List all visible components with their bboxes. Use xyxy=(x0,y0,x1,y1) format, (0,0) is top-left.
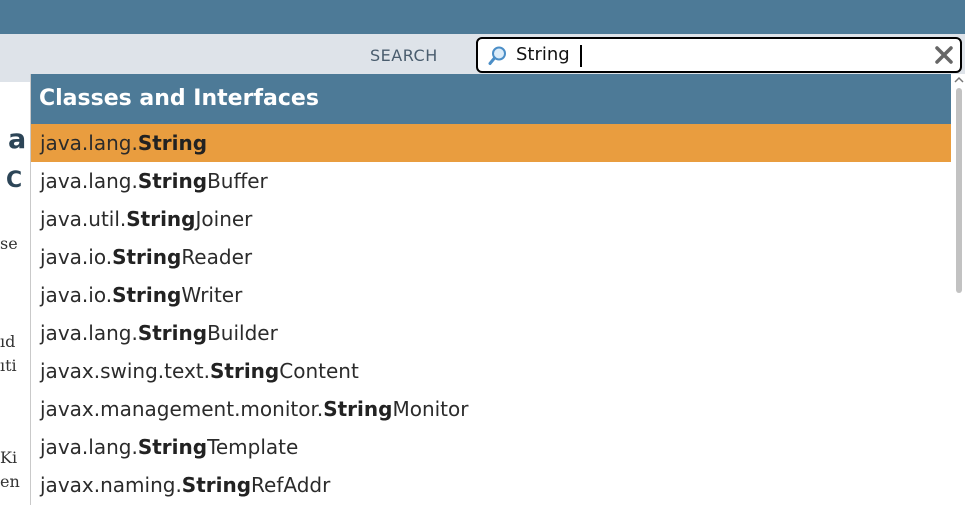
close-icon[interactable] xyxy=(934,45,954,65)
top-nav-bar xyxy=(0,0,965,34)
list-item[interactable]: java.lang.StringBuilder xyxy=(31,314,951,352)
scroll-up-arrow-icon[interactable] xyxy=(954,76,964,84)
list-item[interactable]: java.lang.StringTemplate xyxy=(31,428,951,466)
list-item[interactable]: java.io.StringReader xyxy=(31,238,951,276)
page-subheading-fragment: C xyxy=(6,168,23,193)
list-item[interactable]: java.lang.String xyxy=(31,124,951,162)
page-text-fragment: ıd xyxy=(0,332,16,351)
search-label: SEARCH xyxy=(370,46,438,65)
list-item[interactable]: java.lang.StringBuffer xyxy=(31,162,951,200)
scrollbar[interactable] xyxy=(951,74,965,505)
list-item[interactable]: javax.swing.text.StringContent xyxy=(31,352,951,390)
search-results-dropdown: Classes and Interfaces java.lang.String … xyxy=(30,74,965,505)
text-caret xyxy=(580,45,582,67)
search-input[interactable]: String xyxy=(476,37,962,73)
page-text-fragment: Ki xyxy=(0,448,18,467)
page-text-fragment: en xyxy=(0,472,20,491)
page-text-fragment: ıti xyxy=(0,356,17,375)
page-text-fragment: se xyxy=(0,234,18,253)
dropdown-category-header: Classes and Interfaces xyxy=(31,74,951,124)
page-heading-fragment: a xyxy=(8,124,27,155)
list-item[interactable]: javax.naming.StringRefAddr xyxy=(31,466,951,504)
list-item[interactable]: java.util.StringJoiner xyxy=(31,200,951,238)
search-icon xyxy=(488,46,506,65)
list-item[interactable]: javax.management.monitor.StringMonitor xyxy=(31,390,951,428)
scrollbar-thumb[interactable] xyxy=(956,88,962,293)
search-input-value: String xyxy=(516,44,570,65)
list-item[interactable]: java.io.StringWriter xyxy=(31,276,951,314)
